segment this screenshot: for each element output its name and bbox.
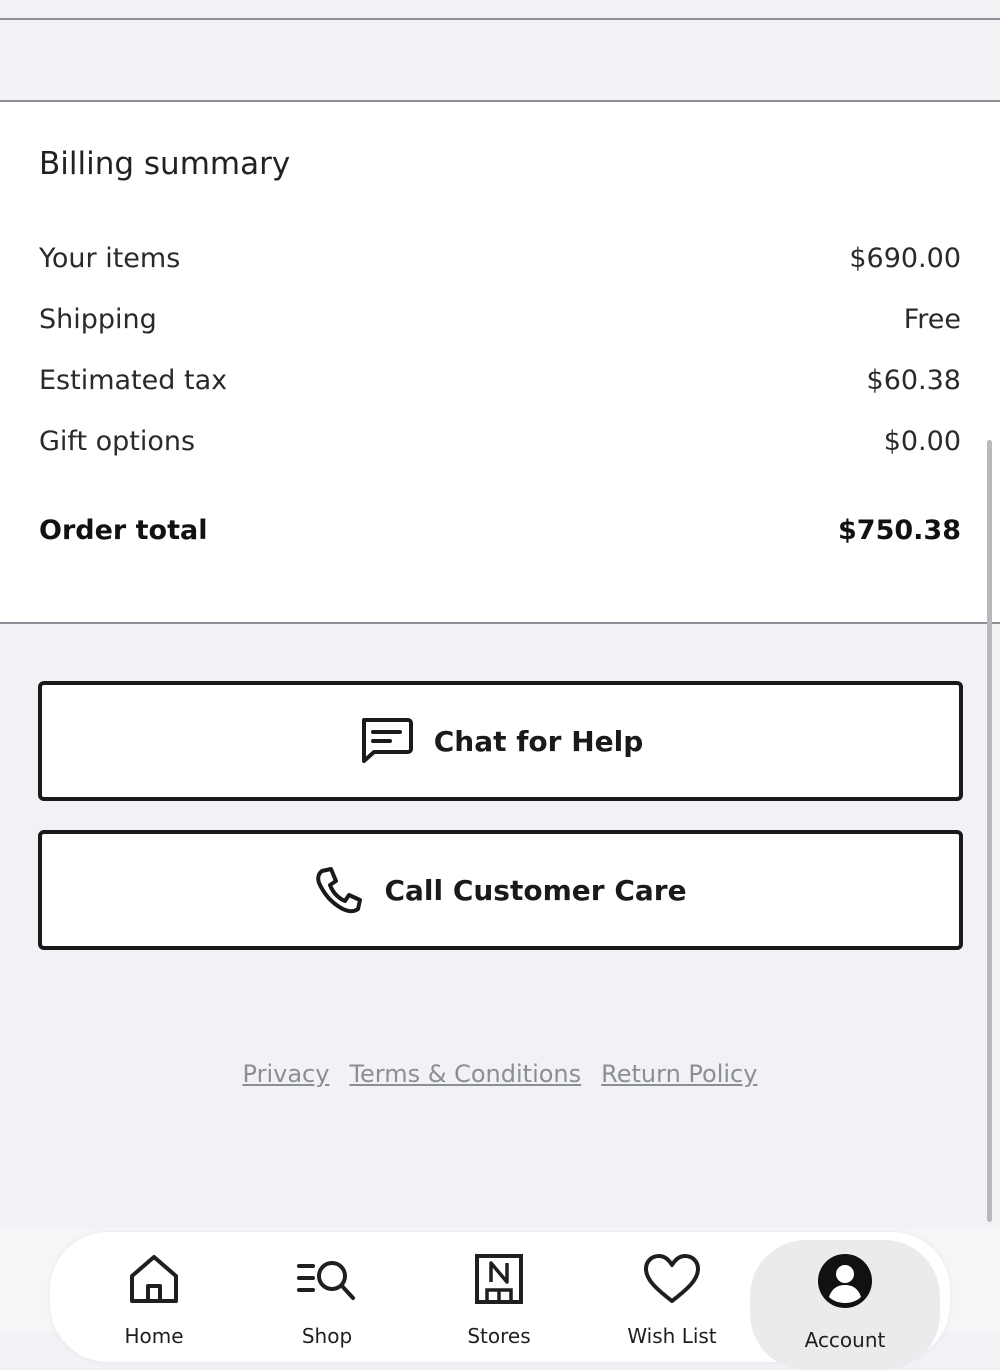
billing-row-items: Your items $690.00 <box>39 240 961 276</box>
nav-label: Stores <box>467 1324 531 1348</box>
return-policy-link[interactable]: Return Policy <box>601 1060 757 1088</box>
billing-row-label: Gift options <box>39 425 196 457</box>
phone-icon <box>314 865 364 915</box>
nav-item-account[interactable]: Account <box>770 1252 920 1352</box>
privacy-link[interactable]: Privacy <box>243 1060 330 1088</box>
nav-label: Home <box>124 1324 184 1348</box>
billing-row-value: $0.00 <box>883 425 961 457</box>
order-total-value: $750.38 <box>838 514 961 546</box>
chat-for-help-button[interactable]: Chat for Help <box>38 681 963 801</box>
nav-item-stores[interactable]: Stores <box>424 1252 574 1348</box>
billing-row-value: $690.00 <box>849 242 961 274</box>
call-customer-care-button[interactable]: Call Customer Care <box>38 830 963 950</box>
billing-row-tax: Estimated tax $60.38 <box>39 362 961 398</box>
store-icon <box>472 1252 526 1310</box>
billing-row-value: $60.38 <box>866 364 961 396</box>
billing-row-label: Your items <box>39 242 181 274</box>
order-total-row: Order total $750.38 <box>39 512 961 548</box>
order-total-label: Order total <box>39 514 208 546</box>
nav-item-shop[interactable]: Shop <box>252 1252 402 1348</box>
shop-search-icon <box>297 1252 357 1310</box>
billing-row-label: Shipping <box>39 303 157 335</box>
top-section-divider <box>0 18 1000 102</box>
chat-for-help-label: Chat for Help <box>433 724 644 758</box>
home-icon <box>127 1252 181 1310</box>
nav-label: Account <box>804 1328 886 1352</box>
billing-row-label: Estimated tax <box>39 364 228 396</box>
nav-item-home[interactable]: Home <box>79 1252 229 1348</box>
nav-item-wish-list[interactable]: Wish List <box>597 1252 747 1348</box>
nav-label: Wish List <box>627 1324 717 1348</box>
account-icon <box>816 1252 874 1314</box>
call-customer-care-label: Call Customer Care <box>384 873 687 907</box>
footer-links: Privacy Terms & Conditions Return Policy <box>0 1060 1000 1088</box>
billing-row-gift-options: Gift options $0.00 <box>39 423 961 459</box>
scrollbar[interactable] <box>987 440 992 1222</box>
billing-summary-title: Billing summary <box>39 146 291 182</box>
billing-row-shipping: Shipping Free <box>39 301 961 337</box>
chat-bubble-icon <box>358 716 414 766</box>
nav-label: Shop <box>301 1324 353 1348</box>
billing-row-value: Free <box>903 303 961 335</box>
heart-icon <box>643 1252 701 1310</box>
terms-conditions-link[interactable]: Terms & Conditions <box>349 1060 581 1088</box>
